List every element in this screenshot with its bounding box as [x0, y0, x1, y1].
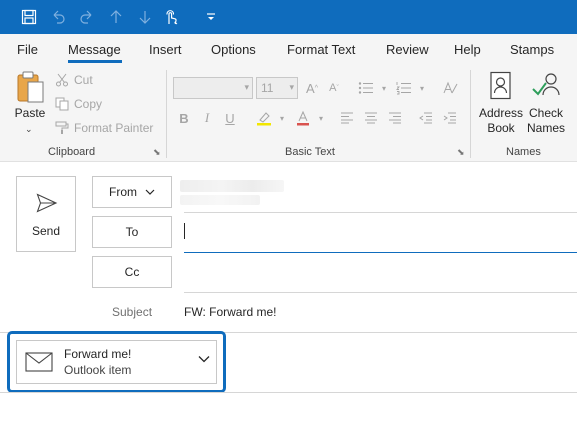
font-size-combo[interactable]: 11 ▾	[256, 77, 298, 99]
clipboard-group-label: Clipboard	[48, 146, 96, 158]
touch-mode-icon[interactable]	[160, 7, 182, 27]
paste-icon	[17, 71, 44, 103]
copy-icon	[54, 96, 70, 112]
check-names-icon	[532, 73, 560, 96]
italic-icon[interactable]: I	[197, 108, 217, 128]
chevron-down-icon: ⌄	[25, 124, 33, 134]
paste-label: Paste	[14, 106, 46, 120]
tab-review[interactable]: Review	[386, 42, 429, 57]
attachment-type: Outlook item	[64, 363, 132, 377]
names-group-label: Names	[506, 146, 541, 158]
subject-label: Subject	[112, 305, 153, 319]
tab-help[interactable]: Help	[454, 42, 481, 57]
grow-font-icon[interactable]: A ^	[302, 78, 322, 98]
save-icon[interactable]	[18, 7, 40, 27]
group-divider	[470, 70, 471, 158]
basic-text-group-label: Basic Text	[285, 146, 335, 158]
customize-icon[interactable]	[200, 7, 222, 27]
chevron-down-icon	[145, 189, 155, 195]
chevron-down-icon[interactable]: ▾	[412, 78, 432, 98]
align-right-icon[interactable]	[385, 108, 405, 128]
address-book-icon	[490, 71, 511, 100]
format-painter-button[interactable]: Format Painter	[54, 118, 153, 138]
field-divider	[184, 292, 577, 293]
subject-input[interactable]: FW: Forward me!	[184, 305, 276, 319]
align-center-icon[interactable]	[361, 108, 381, 128]
underline-icon[interactable]: U	[220, 108, 240, 128]
chevron-down-icon[interactable]: ▾	[272, 108, 292, 128]
tab-file[interactable]: File	[17, 42, 38, 57]
to-input[interactable]	[180, 216, 577, 252]
field-divider	[184, 212, 577, 213]
chevron-down-icon[interactable]: ▾	[311, 108, 331, 128]
font-family-combo[interactable]: ▾	[173, 77, 253, 99]
scissors-icon	[54, 72, 70, 88]
address-book-label-line2: Book	[487, 121, 515, 135]
cc-button[interactable]: Cc	[92, 256, 172, 288]
cut-button[interactable]: Cut	[54, 70, 93, 90]
decrease-indent-icon[interactable]	[416, 108, 436, 128]
text-caret	[184, 223, 185, 239]
undo-icon[interactable]	[47, 7, 69, 27]
group-divider	[166, 70, 167, 158]
increase-indent-icon[interactable]	[440, 108, 460, 128]
envelope-icon	[25, 352, 53, 372]
bullets-icon[interactable]	[356, 78, 376, 98]
shrink-font-icon[interactable]: Aˇ	[324, 78, 344, 98]
attachment-card[interactable]: Forward me! Outlook item	[16, 340, 217, 384]
from-address-redacted-line2	[180, 195, 260, 205]
send-label: Send	[31, 224, 61, 238]
up-arrow-icon[interactable]	[105, 7, 127, 27]
to-input-underline	[184, 252, 577, 253]
attachment-name: Forward me!	[64, 347, 132, 361]
down-arrow-icon[interactable]	[134, 7, 156, 27]
redo-icon[interactable]	[76, 7, 98, 27]
format-painter-icon	[54, 120, 70, 136]
tab-stamps[interactable]: Stamps	[510, 42, 554, 57]
chevron-down-icon[interactable]: ▾	[374, 78, 394, 98]
dialog-launcher-icon[interactable]: ⬊	[153, 147, 161, 158]
format-painter-label: Format Painter	[74, 121, 154, 135]
send-button[interactable]: Send	[16, 176, 76, 252]
message-body[interactable]	[0, 394, 577, 432]
cc-input[interactable]	[180, 256, 577, 292]
ribbon: Paste ⌄ Cut Copy Format Painter Clipboar…	[0, 64, 577, 162]
to-label: To	[125, 225, 139, 239]
tab-message[interactable]: Message	[68, 42, 121, 57]
to-button[interactable]: To	[92, 216, 172, 248]
bold-icon[interactable]: B	[174, 108, 194, 128]
cc-label: Cc	[124, 265, 140, 279]
tab-format-text[interactable]: Format Text	[287, 42, 355, 57]
font-size-value: 11	[261, 81, 274, 95]
align-left-icon[interactable]	[337, 108, 357, 128]
check-names-label-line2: Names	[526, 121, 565, 135]
tab-insert[interactable]: Insert	[149, 42, 182, 57]
check-names-label-line1: Check	[528, 106, 563, 120]
from-button[interactable]: From	[92, 176, 172, 208]
body-divider	[0, 392, 577, 393]
from-label: From	[109, 185, 137, 199]
chevron-down-icon[interactable]	[198, 355, 210, 363]
copy-label: Copy	[74, 97, 103, 111]
chevron-down-icon: ▾	[244, 82, 249, 92]
copy-button[interactable]: Copy	[54, 94, 102, 114]
address-book-button[interactable]: Address Book	[477, 68, 525, 140]
active-tab-indicator	[68, 60, 122, 63]
cut-label: Cut	[74, 73, 93, 87]
chevron-down-icon: ▾	[289, 82, 294, 92]
tab-options[interactable]: Options	[211, 42, 256, 57]
dialog-launcher-icon[interactable]: ⬊	[457, 147, 465, 158]
paste-button[interactable]: Paste ⌄	[10, 68, 50, 140]
from-address-redacted	[180, 180, 284, 192]
check-names-button[interactable]: Check Names	[523, 68, 569, 140]
font-color-icon[interactable]	[293, 108, 313, 128]
highlight-icon[interactable]	[254, 108, 274, 128]
quick-access-toolbar	[0, 0, 577, 34]
send-icon	[36, 193, 58, 213]
numbering-icon[interactable]	[394, 78, 414, 98]
styles-icon[interactable]	[440, 78, 460, 98]
address-book-label-line1: Address	[478, 106, 524, 120]
